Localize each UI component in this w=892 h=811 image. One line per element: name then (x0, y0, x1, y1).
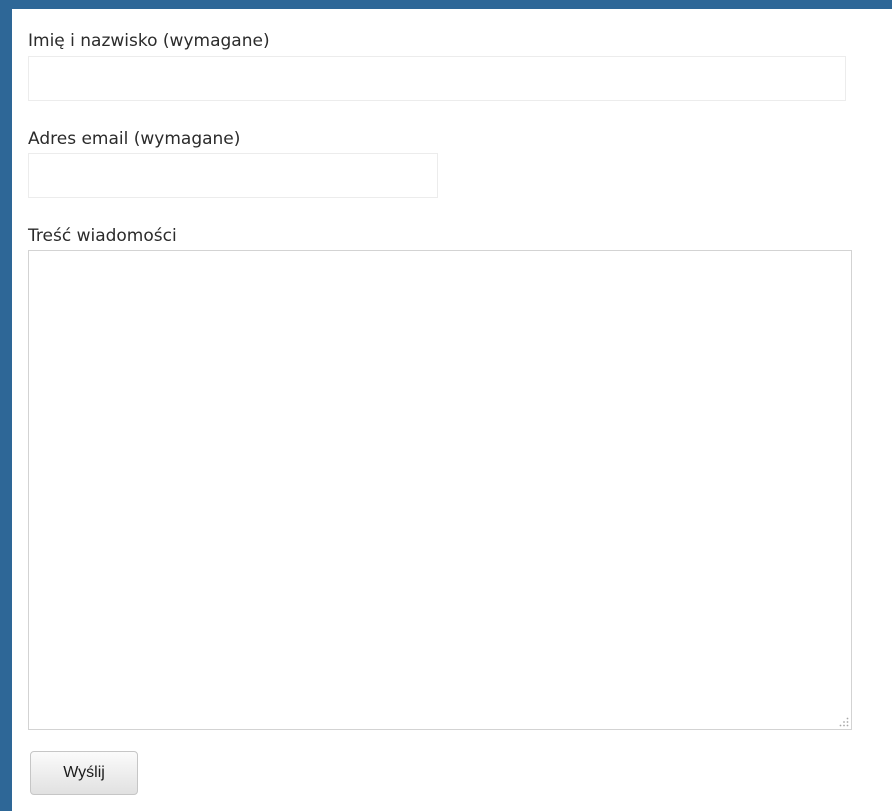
message-textarea[interactable] (28, 250, 852, 730)
message-label: Treść wiadomości (28, 226, 177, 246)
resize-grip-icon[interactable] (839, 717, 849, 727)
contact-form: Imię i nazwisko (wymagane) Adres email (… (12, 9, 892, 811)
message-field-wrapper (28, 250, 852, 730)
email-label: Adres email (wymagane) (28, 129, 241, 149)
submit-button[interactable]: Wyślij (30, 751, 138, 795)
email-input[interactable] (28, 153, 438, 198)
name-label: Imię i nazwisko (wymagane) (28, 31, 270, 51)
name-input[interactable] (28, 56, 846, 101)
